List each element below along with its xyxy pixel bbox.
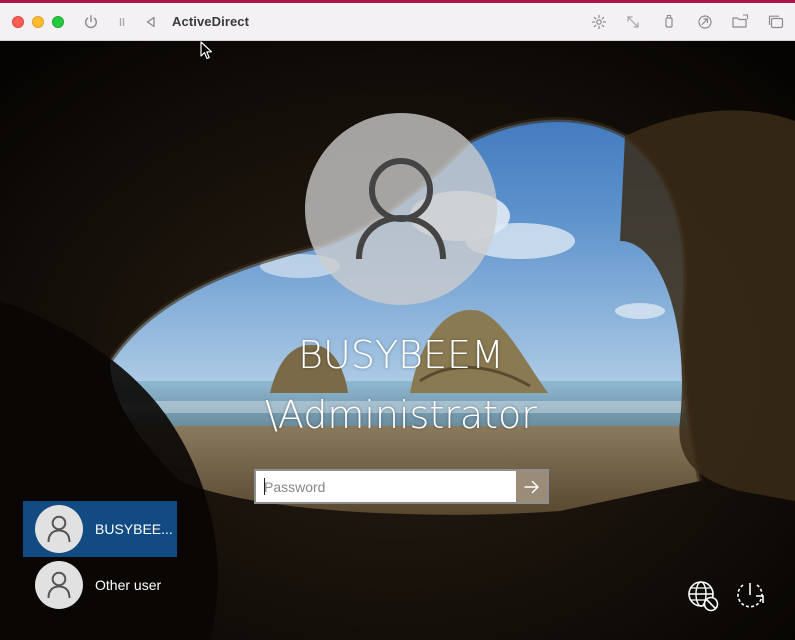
windows-icon[interactable] xyxy=(766,12,786,32)
brightness-icon[interactable] xyxy=(589,12,609,32)
power-options-button[interactable] xyxy=(732,578,768,614)
user-name-heading: BUSYBEEM \Administrator xyxy=(265,333,537,437)
arrow-right-icon xyxy=(523,480,539,493)
user-avatar-small xyxy=(35,505,83,553)
network-icon xyxy=(688,581,719,612)
vm-window-title: ActiveDirect xyxy=(172,14,250,29)
user-tile-busybee[interactable]: BUSYBEE... xyxy=(23,501,177,557)
close-window-button[interactable] xyxy=(12,16,24,28)
usb-icon[interactable] xyxy=(659,12,679,32)
pause-icon[interactable] xyxy=(112,12,132,32)
power-icon xyxy=(737,583,764,608)
user-icon xyxy=(356,158,446,260)
user-tile-label: Other user xyxy=(95,577,162,593)
user-tile-label: BUSYBEE... xyxy=(95,521,173,537)
resize-arrows-icon[interactable] xyxy=(623,12,643,32)
vm-title-bar: ActiveDirect xyxy=(0,0,795,41)
network-sharing-icon[interactable] xyxy=(695,12,715,32)
mouse-cursor-icon xyxy=(200,41,213,60)
login-screen: BUSYBEEM \Administrator BUSYBEE... Other … xyxy=(0,41,795,640)
minimize-window-button[interactable] xyxy=(32,16,44,28)
user-avatar-large xyxy=(305,113,497,305)
back-triangle-icon[interactable] xyxy=(141,12,161,32)
network-button[interactable] xyxy=(685,578,721,614)
shared-folder-icon[interactable] xyxy=(730,12,750,32)
user-icon xyxy=(47,515,71,543)
submit-button[interactable] xyxy=(516,471,547,502)
text-caret xyxy=(264,478,265,495)
user-tile-other-user[interactable]: Other user xyxy=(23,557,177,613)
password-field[interactable] xyxy=(254,469,549,504)
password-input[interactable] xyxy=(256,471,517,502)
zoom-window-button[interactable] xyxy=(52,16,64,28)
user-icon xyxy=(47,571,71,599)
user-avatar-small xyxy=(35,561,83,609)
power-icon[interactable] xyxy=(81,12,101,32)
